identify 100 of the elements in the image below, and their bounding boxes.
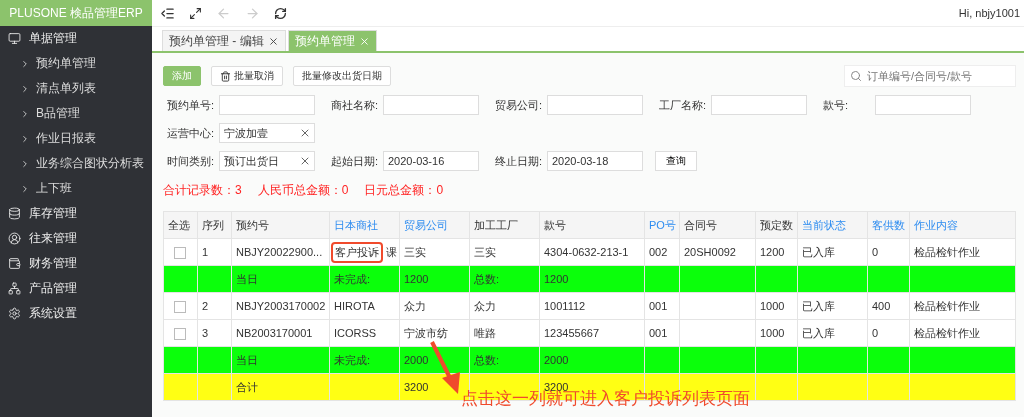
refresh-icon[interactable] — [274, 6, 287, 20]
chevron-right-icon — [20, 158, 30, 169]
table-cell: 1 — [202, 246, 209, 258]
input-field[interactable]: 2020-03-16 — [383, 151, 479, 171]
sidebar-subitem[interactable]: 作业日报表 — [0, 126, 152, 151]
input-field[interactable] — [711, 95, 807, 115]
trash-icon — [220, 70, 231, 82]
column-header: 合同号 — [679, 211, 756, 239]
table-cell: 众力 — [404, 299, 426, 312]
field-label: 款号: — [822, 97, 850, 113]
table-cell: 合计 — [236, 380, 258, 393]
table-cell: 001 — [649, 300, 668, 312]
table-cell: 总数: — [474, 272, 500, 285]
table-cell: NBJY2003170002 — [236, 300, 326, 312]
input-field[interactable]: 宁波加壹 — [219, 123, 315, 143]
nav-icon — [8, 32, 21, 45]
nav-icon — [8, 232, 21, 245]
table-cell: 检品检针作业 — [914, 326, 980, 339]
complaint-popup[interactable]: 客户投诉 — [331, 241, 383, 263]
column-header: 预约号 — [231, 211, 330, 239]
table-cell: 400 — [872, 300, 891, 312]
field-label: 运营中心: — [166, 125, 216, 141]
clear-icon[interactable] — [299, 155, 311, 167]
table-cell: 0 — [872, 327, 879, 339]
input-field[interactable]: 预订出货日 — [219, 151, 315, 171]
sidebar-subitem[interactable]: B品管理 — [0, 101, 152, 126]
table-cell: 1001112 — [544, 300, 586, 312]
nav-icon — [8, 282, 21, 295]
sidebar-item[interactable]: 库存管理 — [0, 201, 152, 226]
table-cell: 三实 — [404, 245, 426, 258]
table-cell: 三实 — [474, 245, 496, 258]
table-cell: 1200 — [404, 273, 429, 285]
sidebar-subitem[interactable]: 业务综合图状分析表 — [0, 151, 152, 176]
field-label: 商社名称: — [330, 97, 380, 113]
close-icon[interactable] — [267, 35, 279, 47]
sidebar-item[interactable]: 财务管理 — [0, 251, 152, 276]
input-field[interactable] — [219, 95, 315, 115]
row-checkbox[interactable] — [174, 327, 186, 340]
sidebar-subitem[interactable]: 清点单列表 — [0, 76, 152, 101]
toolbar-button[interactable]: 批量修改出货日期 — [293, 66, 391, 86]
column-header: 加工工厂 — [469, 211, 540, 239]
chevron-right-icon — [20, 58, 30, 69]
table-cell: NBJY20022900... — [236, 246, 323, 258]
summary-text: 合计记录数：3 — [163, 182, 242, 199]
sidebar-subitem[interactable]: 上下班 — [0, 176, 152, 201]
input-field[interactable] — [547, 95, 643, 115]
toolbar-button[interactable]: 批量取消 — [211, 66, 283, 86]
query-button[interactable]: 查询 — [655, 151, 697, 171]
table-cell: 2 — [202, 300, 209, 312]
sidebar-item[interactable]: 往来管理 — [0, 226, 152, 251]
table-cell: 未完成: — [334, 353, 371, 366]
nav-icon — [8, 257, 21, 270]
clear-icon[interactable] — [299, 127, 311, 139]
field-label: 预约单号: — [166, 97, 216, 113]
table-cell: HIROTA — [334, 300, 375, 312]
table-cell: 1000 — [760, 300, 785, 312]
table-cell: 1200 — [544, 273, 569, 285]
field-label: 终止日期: — [494, 153, 544, 169]
field-label: 工厂名称: — [658, 97, 708, 113]
sidebar-subitem[interactable]: 预约单管理 — [0, 51, 152, 76]
chevron-right-icon — [20, 108, 30, 119]
table-cell: NB2003170001 — [236, 327, 313, 339]
back-icon[interactable] — [216, 5, 231, 21]
field-label: 时间类别: — [166, 153, 216, 169]
page-tab[interactable]: 预约单管理 - 编辑 — [162, 30, 286, 51]
table-cell: 检品检针作业 — [914, 299, 980, 312]
input-field[interactable] — [875, 95, 971, 115]
row-checkbox[interactable] — [174, 300, 186, 313]
table-cell: 唯路 — [474, 326, 496, 339]
table-cell: 3 — [202, 327, 209, 339]
table-cell: 0 — [872, 246, 879, 258]
user-greeting: Hi, nbjy1001 — [958, 7, 1020, 19]
table-cell: 宁波市纺 — [404, 326, 448, 339]
expand-icon[interactable] — [189, 6, 202, 20]
sidebar-item[interactable]: 产品管理 — [0, 276, 152, 301]
table-cell: 3200 — [404, 381, 429, 393]
app-title: PLUSONE 検品管理ERP — [0, 0, 152, 26]
menu-icon[interactable] — [160, 5, 175, 21]
table-cell: 002 — [649, 246, 668, 258]
table-cell: 123455667 — [544, 327, 600, 339]
input-field[interactable] — [383, 95, 479, 115]
table-cell: 2000 — [404, 354, 429, 366]
table-cell: 1200 — [760, 246, 785, 258]
table-cell: 当日 — [236, 272, 258, 285]
input-field[interactable]: 2020-03-18 — [547, 151, 643, 171]
table-cell: 1000 — [760, 327, 785, 339]
table-cell: 课 — [386, 245, 397, 258]
column-header: 序列 — [197, 211, 232, 239]
column-header: 全选 — [163, 211, 198, 239]
chevron-right-icon — [20, 133, 30, 144]
field-label: 贸易公司: — [494, 97, 544, 113]
search-field[interactable]: 订单编号/合同号/款号 — [844, 65, 1016, 87]
sidebar-item[interactable]: 单据管理 — [0, 26, 152, 51]
sidebar-item[interactable]: 系统设置 — [0, 301, 152, 326]
summary-text: 人民币总金额：0 — [257, 182, 349, 199]
column-header: 预定数 — [755, 211, 798, 239]
row-checkbox[interactable] — [174, 246, 186, 259]
table-cell: 众力 — [474, 299, 496, 312]
table-cell: 当日 — [236, 353, 258, 366]
table-cell: 总数: — [474, 353, 500, 366]
